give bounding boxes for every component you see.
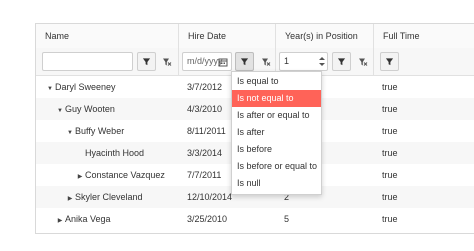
- years-cell: 5: [284, 214, 290, 224]
- hire-date-cell: 7/7/2011: [187, 170, 222, 180]
- full-time-cell: true: [382, 192, 398, 202]
- collapse-icon[interactable]: ▼: [55, 100, 65, 122]
- filter-icon: [240, 58, 249, 66]
- full-time-cell: true: [382, 170, 398, 180]
- years-filter-button[interactable]: [332, 52, 351, 71]
- filter-option-is-not-equal-to[interactable]: Is not equal to: [232, 90, 321, 107]
- column-header-name[interactable]: Name: [36, 24, 178, 48]
- employee-name: Hyacinth Hood: [85, 148, 145, 158]
- calendar-icon: [218, 58, 228, 66]
- clear-filter-icon: [358, 58, 367, 66]
- filter-option-is-before[interactable]: Is before: [232, 141, 321, 158]
- employee-name: Guy Wooten: [65, 104, 115, 114]
- table-row[interactable]: ▶ Anika Vega 3/25/2010 5 true: [36, 208, 474, 230]
- name-filter-button[interactable]: [137, 52, 156, 71]
- hire-date-cell: 3/25/2010: [187, 214, 228, 224]
- filter-icon: [337, 58, 346, 66]
- name-filter-input[interactable]: [42, 52, 133, 71]
- collapse-icon[interactable]: ▼: [65, 122, 75, 144]
- filter-option-is-after[interactable]: Is after: [232, 124, 321, 141]
- hire-date-cell: 8/11/2011: [187, 126, 226, 136]
- filter-option-is-before-or-equal-to[interactable]: Is before or equal to: [232, 158, 321, 175]
- clear-filter-icon: [162, 58, 171, 66]
- full-time-filter-button[interactable]: [380, 52, 399, 71]
- full-time-cell: true: [382, 148, 398, 158]
- filter-option-is-after-or-equal-to[interactable]: Is after or equal to: [232, 107, 321, 124]
- employee-name: Skyler Cleveland: [75, 192, 143, 202]
- column-header-full-time[interactable]: Full Time: [373, 24, 474, 48]
- filter-icon: [142, 58, 151, 66]
- years-clear-filter-button[interactable]: [353, 52, 372, 71]
- name-clear-filter-button[interactable]: [157, 52, 176, 71]
- full-time-cell: true: [382, 126, 398, 136]
- employee-name: Daryl Sweeney: [55, 82, 116, 92]
- full-time-cell: true: [382, 214, 398, 224]
- date-picker-button[interactable]: [216, 54, 230, 69]
- date-filter-button[interactable]: [235, 52, 254, 71]
- date-clear-filter-button[interactable]: [256, 52, 275, 71]
- employee-name: Constance Vazquez: [85, 170, 165, 180]
- expand-icon[interactable]: ▶: [55, 210, 65, 232]
- column-header-years[interactable]: Year(s) in Position: [275, 24, 373, 48]
- hire-date-cell: 4/3/2010: [187, 104, 223, 114]
- numeric-spinner[interactable]: [317, 53, 327, 70]
- hire-date-cell: 3/3/2014: [187, 148, 223, 158]
- full-time-cell: true: [382, 82, 398, 92]
- clear-filter-icon: [261, 58, 270, 66]
- expand-icon[interactable]: ▶: [65, 188, 75, 210]
- filter-operator-dropdown: Is equal to Is not equal to Is after or …: [231, 71, 322, 195]
- filter-option-is-equal-to[interactable]: Is equal to: [232, 73, 321, 90]
- header-row: Name Hire Date Year(s) in Position Full …: [36, 24, 474, 49]
- employee-name: Buffy Weber: [75, 126, 125, 136]
- filter-icon: [385, 58, 394, 66]
- full-time-cell: true: [382, 104, 398, 114]
- filter-option-is-null[interactable]: Is null: [232, 175, 321, 192]
- filter-cell-name: [36, 48, 178, 75]
- expand-icon[interactable]: ▶: [75, 166, 85, 188]
- hire-date-cell: 3/7/2012: [187, 82, 223, 92]
- column-header-hire-date[interactable]: Hire Date: [178, 24, 275, 48]
- employee-name: Anika Vega: [65, 214, 111, 224]
- collapse-icon[interactable]: ▼: [45, 78, 55, 100]
- filter-cell-full-time: [373, 48, 474, 75]
- hire-date-cell: 12/10/2014: [187, 192, 233, 202]
- spinner-arrows-icon: [319, 57, 325, 66]
